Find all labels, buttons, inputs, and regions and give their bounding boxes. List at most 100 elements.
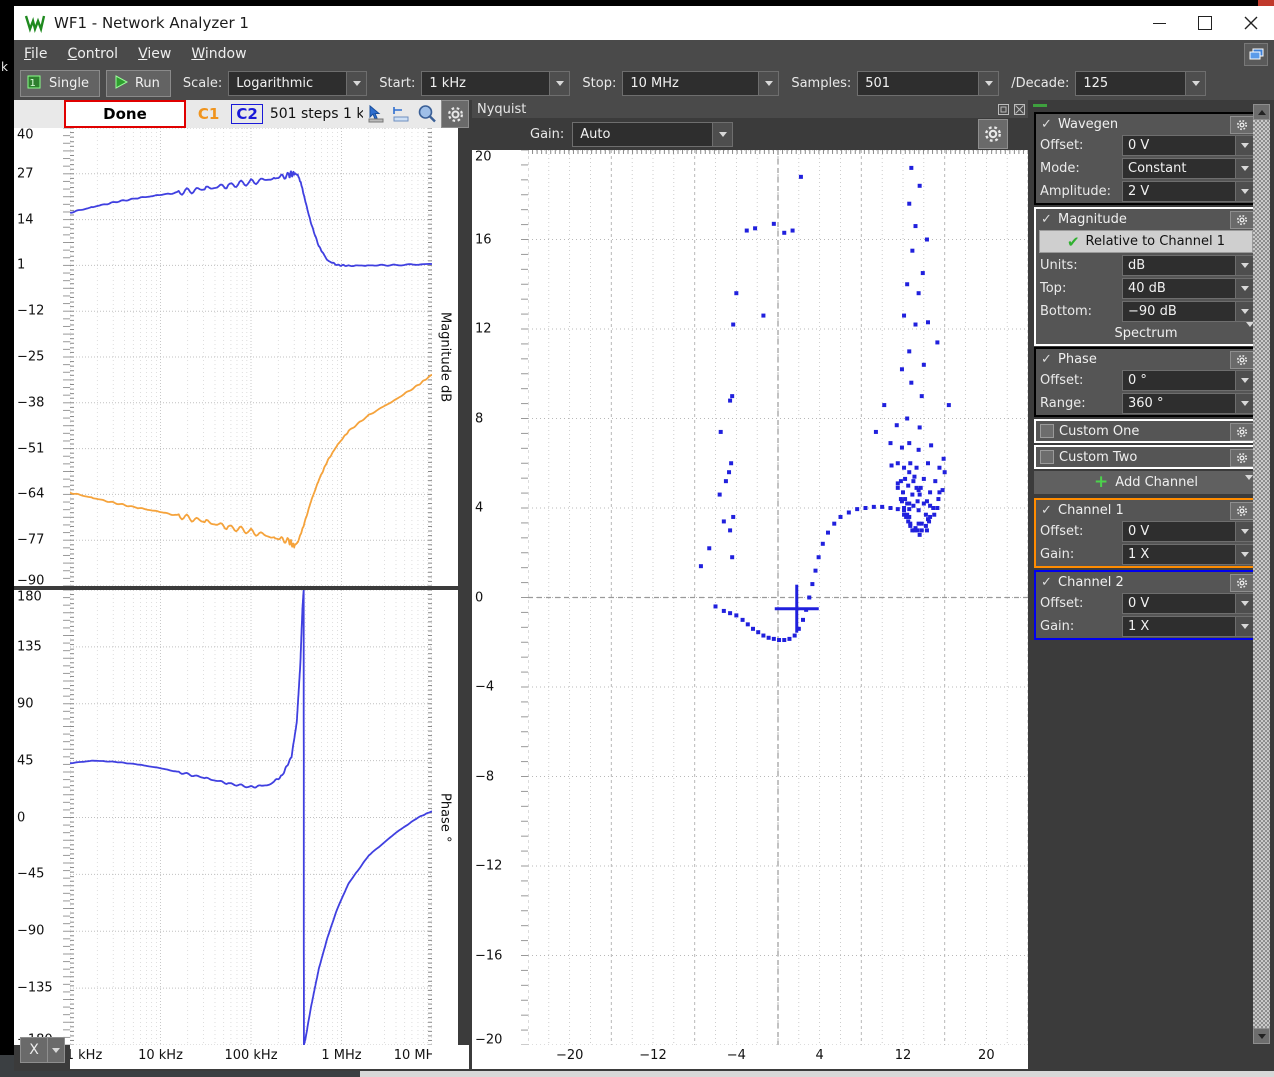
chevron-down-icon[interactable] — [549, 72, 570, 95]
measure-ruler-icon[interactable] — [388, 102, 414, 126]
row-value-select[interactable]: 0 V — [1122, 135, 1254, 156]
close-window-icon[interactable] — [1012, 102, 1026, 116]
plot-settings-gear-icon[interactable] — [441, 100, 470, 128]
row-value-select[interactable]: 2 V — [1122, 181, 1254, 202]
stop-frequency-select[interactable]: 10 MHz — [622, 71, 780, 96]
checkbox-checked[interactable]: ✓ — [1040, 352, 1053, 367]
close-button[interactable] — [1228, 6, 1274, 40]
row-value-select[interactable]: 40 dB — [1122, 278, 1254, 299]
chevron-down-icon[interactable] — [1235, 617, 1253, 636]
chevron-down-icon[interactable] — [1235, 394, 1253, 413]
row-value-select[interactable]: 0 V — [1122, 593, 1254, 614]
chevron-down-icon[interactable] — [978, 72, 999, 95]
chevron-down-icon[interactable] — [1235, 545, 1253, 564]
done-button[interactable]: Done — [64, 100, 186, 128]
checkbox-unchecked[interactable] — [1040, 450, 1054, 464]
row-label: Offset: — [1040, 138, 1084, 153]
spectrum-select[interactable]: Spectrum — [1036, 322, 1256, 344]
chevron-down-icon[interactable] — [1235, 279, 1253, 298]
nyquist-plot[interactable] — [528, 150, 1028, 1045]
row-value: 2 V — [1128, 184, 1150, 199]
scale-value: Logarithmic — [236, 76, 314, 91]
decade-value: 125 — [1083, 76, 1109, 91]
gear-icon[interactable] — [1230, 449, 1254, 467]
nyquist-settings-gear-icon[interactable] — [978, 119, 1008, 149]
row-value-select[interactable]: 0 ° — [1122, 370, 1254, 391]
scale-select[interactable]: Logarithmic — [228, 71, 368, 96]
panel-header[interactable]: ✓ Wavegen — [1036, 114, 1256, 134]
panel-header[interactable]: ✓ Channel 1 — [1036, 500, 1256, 520]
chevron-down-icon[interactable] — [1235, 371, 1253, 390]
menu-view[interactable]: View — [138, 46, 171, 62]
cursor-arrow-icon[interactable] — [363, 102, 389, 126]
chevron-down-icon[interactable] — [758, 72, 779, 95]
magnitude-plot[interactable] — [70, 128, 432, 586]
scrollbar-track[interactable] — [1253, 120, 1270, 1028]
minimize-button[interactable] — [1136, 6, 1182, 40]
x-axis-button[interactable]: X — [20, 1037, 48, 1063]
nyquist-gain-select[interactable]: Auto — [572, 121, 734, 147]
samples-select[interactable]: 501 — [857, 71, 1000, 96]
menu-window[interactable]: Window — [191, 46, 246, 62]
gear-icon[interactable] — [1230, 423, 1254, 441]
row-value-select[interactable]: 360 ° — [1122, 393, 1254, 414]
nyquist-title-bar: Nyquist — [472, 100, 1028, 118]
row-bottom: Bottom: −90 dB — [1036, 300, 1256, 323]
panel-header[interactable]: ✓ Phase — [1036, 349, 1256, 369]
panel-header[interactable]: ✓ Magnitude — [1036, 209, 1256, 229]
row-value-select[interactable]: 0 V — [1122, 521, 1254, 542]
scroll-down-arrow[interactable] — [1253, 1028, 1270, 1044]
checkbox-checked[interactable]: ✓ — [1040, 212, 1053, 227]
add-channel-button[interactable]: + Add Channel — [1034, 471, 1258, 495]
panel-header[interactable]: Custom Two — [1036, 447, 1256, 467]
gear-icon[interactable] — [1230, 502, 1254, 520]
network-analyzer-window: WF1 - Network Analyzer 1 File Control Vi… — [14, 6, 1274, 1071]
nyquist-y-axis: 20 16 12 8 4 0 −4 −8 −12 −16 −20 — [472, 150, 528, 1048]
chevron-down-icon[interactable] — [1235, 594, 1253, 613]
chevron-down-icon[interactable] — [346, 72, 367, 95]
row-value-select[interactable]: −90 dB — [1122, 301, 1254, 322]
chevron-down-icon[interactable] — [712, 122, 733, 146]
checkbox-checked[interactable]: ✓ — [1040, 117, 1053, 132]
phase-plot[interactable] — [70, 590, 432, 1045]
chevron-down-icon[interactable] — [1235, 159, 1253, 178]
chevron-down-icon[interactable] — [47, 1037, 65, 1063]
sidebar-scrollbar[interactable] — [1253, 104, 1270, 1044]
chevron-down-icon[interactable] — [1235, 256, 1253, 275]
chevron-down-icon[interactable] — [1235, 136, 1253, 155]
magnifier-icon[interactable] — [414, 102, 440, 126]
restore-window-icon[interactable] — [996, 102, 1010, 116]
gear-icon[interactable] — [1230, 574, 1254, 592]
chevron-down-icon[interactable] — [1185, 72, 1206, 95]
checkbox-checked[interactable]: ✓ — [1040, 503, 1053, 518]
channel1-chip[interactable]: C1 — [194, 105, 223, 123]
single-button[interactable]: 1 Single — [20, 70, 100, 97]
row-value-select[interactable]: 1 X — [1122, 616, 1254, 637]
chevron-down-icon[interactable] — [1235, 182, 1253, 201]
row-value-select[interactable]: dB — [1122, 255, 1254, 276]
start-frequency-select[interactable]: 1 kHz — [421, 71, 571, 96]
relative-to-channel-button[interactable]: ✔ Relative to Channel 1 — [1039, 230, 1253, 253]
axis-tick-label: 10 kHz — [138, 1048, 183, 1063]
gear-icon[interactable] — [1230, 351, 1254, 369]
row-value-select[interactable]: 1 X — [1122, 544, 1254, 565]
gear-icon[interactable] — [1230, 116, 1254, 134]
row-value-select[interactable]: Constant — [1122, 158, 1254, 179]
checkbox-checked[interactable]: ✓ — [1040, 575, 1053, 590]
scroll-up-arrow[interactable] — [1253, 104, 1270, 120]
panel-header[interactable]: Custom One — [1036, 421, 1256, 441]
menu-control[interactable]: Control — [67, 46, 118, 62]
cascade-windows-icon[interactable] — [1244, 43, 1268, 66]
decade-select[interactable]: 125 — [1075, 71, 1207, 96]
run-button[interactable]: Run — [105, 70, 171, 97]
chevron-down-icon[interactable] — [1245, 475, 1253, 495]
menu-file[interactable]: File — [24, 46, 47, 62]
checkbox-unchecked[interactable] — [1040, 424, 1054, 438]
chevron-down-icon[interactable] — [1235, 302, 1253, 321]
maximize-button[interactable] — [1182, 6, 1228, 40]
panel-header[interactable]: ✓ Channel 2 — [1036, 572, 1256, 592]
axis-tick-label: 1 MHz — [321, 1048, 362, 1063]
channel2-chip[interactable]: C2 — [231, 104, 263, 124]
chevron-down-icon[interactable] — [1235, 522, 1253, 541]
gear-icon[interactable] — [1230, 211, 1254, 229]
